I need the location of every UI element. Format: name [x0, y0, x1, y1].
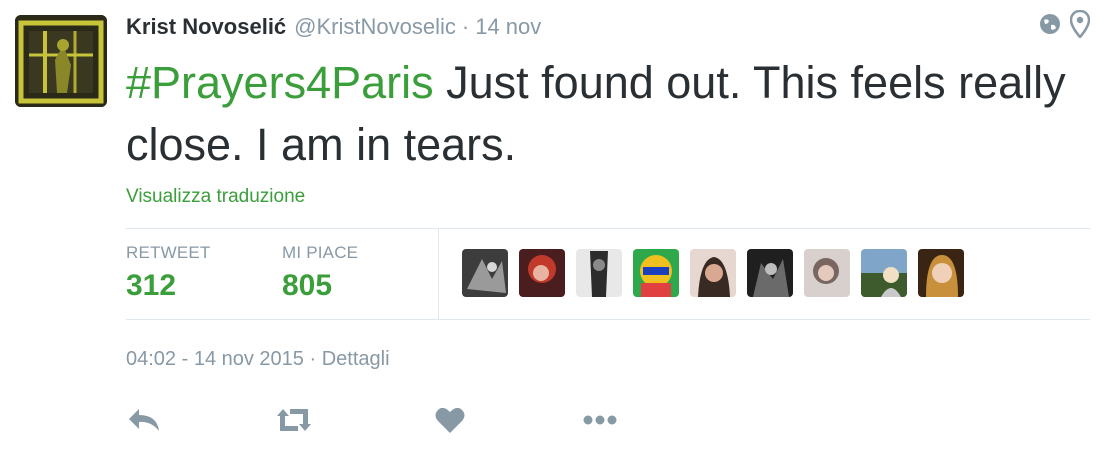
timestamp[interactable]: 04:02 - 14 nov 2015	[126, 348, 304, 370]
more-button[interactable]	[580, 402, 620, 442]
liker-avatar[interactable]	[918, 249, 964, 297]
tweet-time[interactable]: 14 nov	[475, 14, 541, 40]
translate-link[interactable]: Visualizza traduzione	[126, 186, 305, 208]
liker-avatar[interactable]	[747, 249, 793, 297]
tweet-header: Krist Novoselić @KristNovoselic · 14 nov	[126, 14, 541, 46]
like-button[interactable]	[430, 402, 470, 442]
datetime-separator: ·	[309, 348, 317, 370]
liker-avatar[interactable]	[576, 249, 622, 297]
likes-stat[interactable]: MI PIACE 805	[282, 243, 358, 303]
liker-avatar[interactable]	[861, 249, 907, 297]
liker-avatar[interactable]	[804, 249, 850, 297]
globe-icon[interactable]	[1038, 12, 1062, 41]
liker-avatar[interactable]	[690, 249, 736, 297]
retweet-label: RETWEET	[126, 243, 211, 262]
avatar[interactable]	[15, 15, 107, 107]
tweet-datetime: 04:02 - 14 nov 2015 · Dettagli	[126, 348, 390, 371]
likes-label: MI PIACE	[282, 243, 359, 262]
top-icons	[1038, 9, 1091, 43]
author-handle[interactable]: @KristNovoselic	[294, 14, 456, 40]
retweet-count: 312	[126, 269, 177, 302]
liker-avatar[interactable]	[519, 249, 565, 297]
tweet-text: #Prayers4Paris Just found out. This feel…	[126, 52, 1066, 176]
header-separator: ·	[461, 14, 470, 39]
reply-icon	[127, 407, 161, 438]
liker-avatars	[462, 249, 964, 297]
retweet-icon	[274, 406, 314, 439]
tweet-actions	[126, 402, 620, 442]
reply-button[interactable]	[124, 402, 164, 442]
heart-icon	[435, 406, 465, 439]
liker-avatar[interactable]	[462, 249, 508, 297]
hashtag-link[interactable]: #Prayers4Paris	[126, 57, 434, 108]
retweet-stat[interactable]: RETWEET 312	[126, 243, 211, 303]
author-name[interactable]: Krist Novoselić	[126, 14, 286, 40]
tweet-stats: RETWEET 312 MI PIACE 805	[126, 228, 1090, 320]
likes-count: 805	[282, 269, 333, 302]
details-link[interactable]: Dettagli	[322, 348, 390, 370]
retweet-button[interactable]	[274, 402, 314, 442]
location-pin-icon[interactable]	[1069, 9, 1091, 43]
more-icon	[582, 413, 618, 431]
stats-divider	[438, 229, 439, 319]
liker-avatar[interactable]	[633, 249, 679, 297]
